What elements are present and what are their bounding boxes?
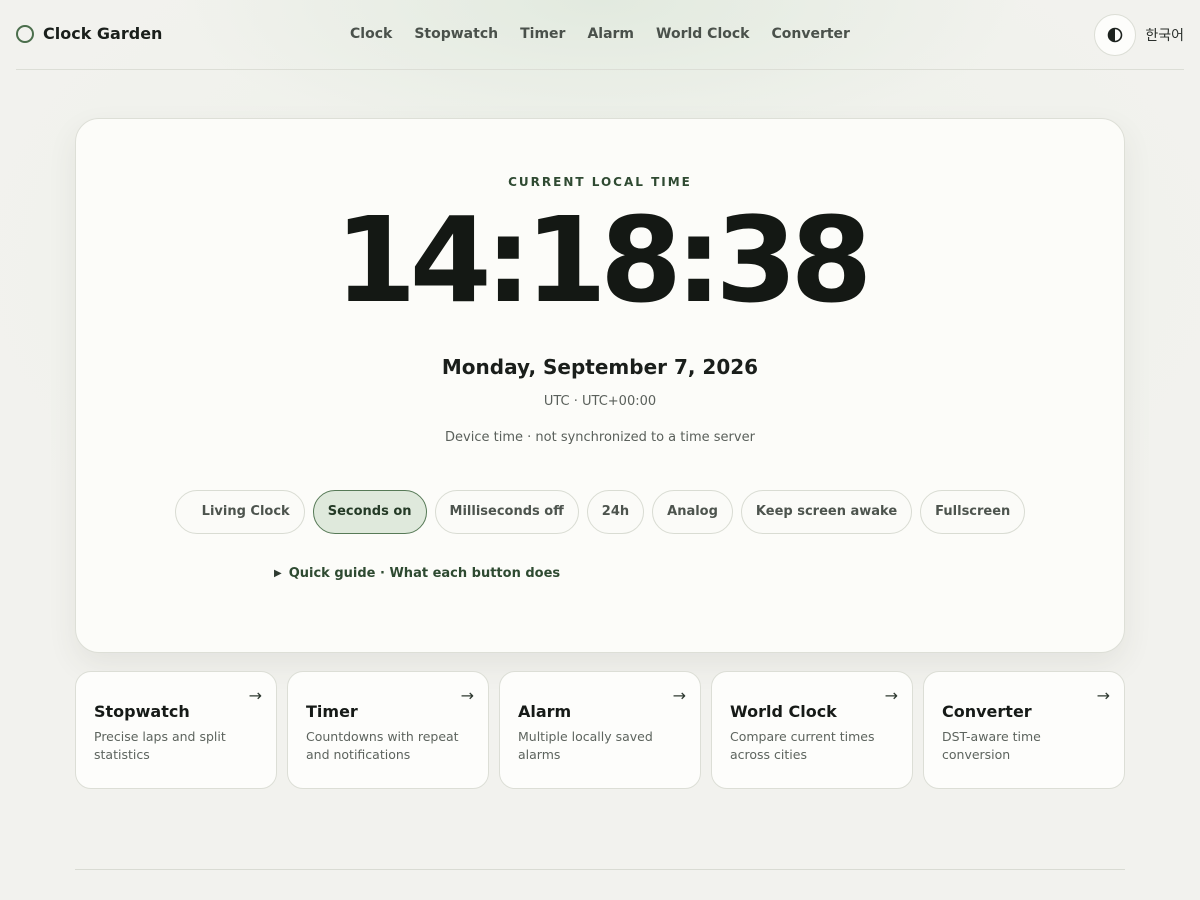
contrast-icon xyxy=(1107,27,1123,43)
top-bar: Clock Garden Clock Stopwatch Timer Alarm… xyxy=(16,0,1184,70)
seconds-toggle[interactable]: Seconds on xyxy=(312,490,427,534)
theme-toggle-button[interactable] xyxy=(1094,14,1136,56)
footer-divider xyxy=(75,869,1125,870)
current-time-label: CURRENT LOCAL TIME xyxy=(508,175,692,189)
feature-title: Stopwatch xyxy=(94,702,190,721)
clock-controls: Living Clock Seconds on Milliseconds off… xyxy=(76,490,1124,534)
quick-guide-label: Quick guide · What each button does xyxy=(288,566,561,581)
sync-note: Device time · not synchronized to a time… xyxy=(445,430,755,445)
nav-converter[interactable]: Converter xyxy=(771,26,849,42)
feature-description: Precise laps and split statistics xyxy=(94,729,226,762)
feature-card-alarm[interactable]: → Alarm Multiple locally saved alarms xyxy=(499,671,701,789)
arrow-right-icon: → xyxy=(672,686,686,705)
living-clock-toggle[interactable]: Living Clock xyxy=(174,490,305,534)
feature-title: Alarm xyxy=(518,702,572,721)
main-nav: Clock Stopwatch Timer Alarm World Clock … xyxy=(16,26,1184,42)
feature-card-stopwatch[interactable]: → Stopwatch Precise laps and split stati… xyxy=(75,671,277,789)
nav-world-clock[interactable]: World Clock xyxy=(656,26,749,42)
feature-card-world-clock[interactable]: → World Clock Compare current times acro… xyxy=(711,671,913,789)
timezone-display: UTC · UTC+00:00 xyxy=(543,394,657,409)
feature-description: Multiple locally saved alarms xyxy=(518,729,653,762)
keep-awake-toggle[interactable]: Keep screen awake xyxy=(740,490,913,534)
feature-card-converter[interactable]: → Converter DST-aware time conversion xyxy=(923,671,1125,789)
nav-alarm[interactable]: Alarm xyxy=(587,26,634,42)
feature-title: World Clock xyxy=(730,702,837,721)
nav-clock[interactable]: Clock xyxy=(350,26,392,42)
quick-guide-disclosure[interactable]: ▶ Quick guide · What each button does xyxy=(274,566,560,581)
feature-cards: → Stopwatch Precise laps and split stati… xyxy=(75,671,1125,789)
milliseconds-toggle[interactable]: Milliseconds off xyxy=(434,490,579,534)
24h-toggle[interactable]: 24h xyxy=(586,490,645,534)
arrow-right-icon: → xyxy=(1096,686,1110,705)
feature-description: Countdowns with repeat and notifications xyxy=(306,729,459,762)
nav-stopwatch[interactable]: Stopwatch xyxy=(414,26,498,42)
analog-toggle[interactable]: Analog xyxy=(652,490,733,534)
date-display: Monday, September 7, 2026 xyxy=(441,355,759,379)
arrow-right-icon: → xyxy=(248,686,262,705)
feature-title: Converter xyxy=(942,702,1032,721)
current-time-card: CURRENT LOCAL TIME 14:18:38 Monday, Sept… xyxy=(75,118,1125,653)
arrow-right-icon: → xyxy=(884,686,898,705)
fullscreen-button[interactable]: Fullscreen xyxy=(920,490,1026,534)
feature-card-timer[interactable]: → Timer Countdowns with repeat and notif… xyxy=(287,671,489,789)
feature-title: Timer xyxy=(306,702,358,721)
arrow-right-icon: → xyxy=(460,686,474,705)
time-display: 14:18:38 xyxy=(334,191,872,329)
disclosure-triangle-icon: ▶ xyxy=(274,568,282,579)
feature-description: DST-aware time conversion xyxy=(942,729,1041,762)
feature-description: Compare current times across cities xyxy=(730,729,875,762)
nav-timer[interactable]: Timer xyxy=(520,26,565,42)
language-switch[interactable]: 한국어 xyxy=(1145,25,1184,45)
